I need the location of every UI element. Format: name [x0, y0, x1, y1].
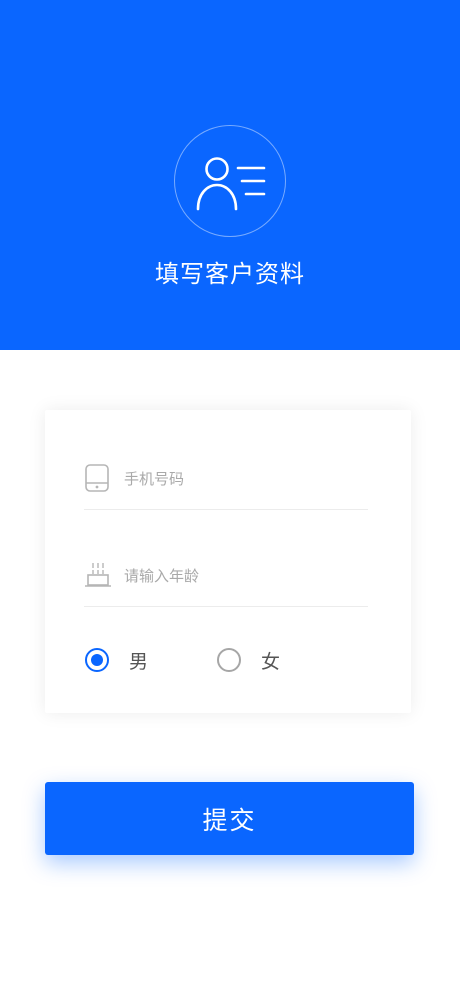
radio-unchecked-icon[interactable]	[217, 648, 241, 672]
gender-option-male[interactable]: 男	[85, 645, 148, 675]
submit-button[interactable]: 提交	[45, 782, 414, 855]
radio-checked-icon[interactable]	[85, 648, 109, 672]
user-list-icon	[196, 157, 266, 211]
gender-option-female[interactable]: 女	[217, 645, 280, 675]
customer-form-card: 男 女	[45, 410, 411, 713]
cake-icon	[85, 563, 111, 587]
age-input[interactable]	[124, 563, 354, 589]
age-row	[84, 547, 368, 607]
phone-input[interactable]	[124, 466, 354, 492]
page-title: 填写客户资料	[155, 260, 305, 288]
phone-icon	[85, 464, 109, 492]
header-banner: 填写客户资料	[0, 0, 460, 350]
gender-label-female: 女	[261, 650, 281, 673]
gender-label-male: 男	[129, 650, 149, 673]
avatar-ring	[174, 125, 286, 237]
phone-row	[84, 450, 368, 510]
